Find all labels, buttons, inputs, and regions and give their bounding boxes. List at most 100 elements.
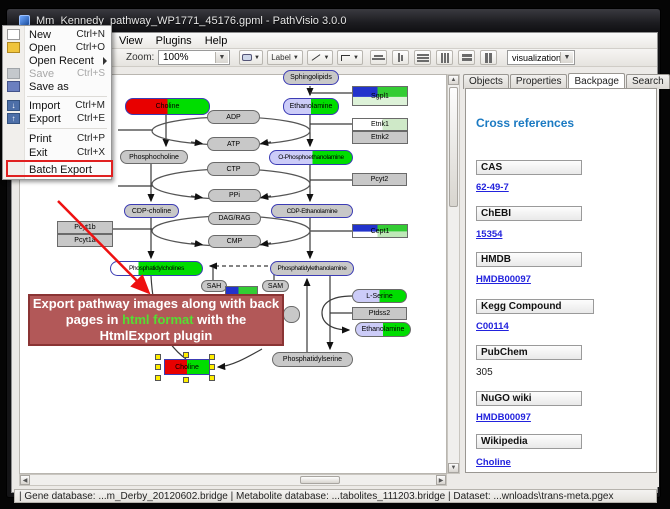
pathway-node[interactable]: Phosphatidylcholines — [110, 261, 203, 276]
pathway-node[interactable]: Ethanolamine — [283, 98, 339, 115]
scroll-right-icon[interactable]: ▶ — [436, 475, 446, 485]
gene-node[interactable]: Etnk1 — [352, 118, 408, 131]
status-bar: | Gene database: ...m_Derby_20120602.bri… — [14, 489, 657, 503]
label-tool-button[interactable]: Label▼ — [267, 50, 303, 65]
pathway-node[interactable]: Phosphatidylethanolamine — [270, 261, 354, 276]
open-folder-icon — [7, 42, 20, 53]
crossref-link[interactable]: 15354 — [476, 229, 502, 240]
visualization-combobox[interactable]: visualization ▼ — [507, 50, 575, 65]
crossreferences-heading: Cross references — [476, 116, 574, 130]
import-icon: ↓ — [7, 100, 20, 111]
distribute-vertical-button[interactable] — [436, 50, 453, 65]
new-file-icon — [7, 29, 20, 40]
scroll-thumb[interactable] — [300, 476, 340, 484]
chevron-down-icon: ▼ — [293, 55, 299, 61]
pathway-node[interactable]: CDP-Ethanolamine — [271, 204, 353, 218]
pathway-node[interactable]: ADP — [207, 110, 260, 124]
gene-node[interactable]: Pcyt1a — [57, 234, 113, 247]
gene-node[interactable]: Sgpl1 — [352, 86, 408, 106]
backpage-content: Cross references CAS 62-49-7 ChEBI 15354… — [465, 88, 657, 473]
menu-item-print[interactable]: PrintCtrl+P — [3, 132, 111, 145]
save-disk-icon — [7, 68, 20, 79]
annotation-line2: pages in html format with the — [66, 312, 247, 328]
batch-export-highlight-box — [6, 160, 113, 177]
scroll-down-icon[interactable]: ▼ — [448, 463, 459, 473]
menu-view[interactable]: View — [113, 34, 149, 48]
gene-node[interactable]: Pcyt2 — [352, 173, 407, 186]
screenshot-stage: Mm_Kennedy_pathway_WP1771_45176.gpml - P… — [0, 0, 670, 509]
gene-node[interactable] — [283, 306, 300, 323]
pathway-node[interactable]: Phosphocholine — [120, 150, 188, 164]
zoom-combobox[interactable]: 100% ▼ — [158, 50, 230, 65]
pathway-node[interactable]: L-Serine — [352, 289, 407, 303]
menu-item-open-recent[interactable]: Open Recent — [3, 54, 111, 67]
submenu-arrow-icon — [103, 57, 107, 65]
menu-item-export[interactable]: ↑ ExportCtrl+E — [3, 112, 111, 125]
export-icon: ↑ — [7, 113, 20, 124]
align-middle-button[interactable] — [392, 50, 409, 65]
crossref-section-header: HMDB — [476, 252, 582, 267]
pathway-node[interactable]: Sphingolipids — [283, 70, 339, 85]
chevron-down-icon: ▼ — [254, 55, 260, 61]
pathway-node[interactable]: DAG/RAG — [208, 212, 261, 225]
annotation-line3: HtmlExport plugin — [100, 328, 213, 344]
crossref-section-header: Wikipedia — [476, 434, 582, 449]
distribute-horizontal-button[interactable] — [414, 50, 431, 65]
crossref-link[interactable]: HMDB00097 — [476, 412, 531, 423]
chevron-down-icon[interactable]: ▼ — [560, 52, 573, 63]
crossref-value: 305 — [476, 367, 493, 378]
datanode-tool-button[interactable]: ▼ — [239, 50, 263, 65]
crossref-section-header: Kegg Compound — [476, 299, 594, 314]
stack-horizontal-button[interactable] — [458, 50, 475, 65]
pathway-node[interactable]: CTP — [207, 162, 260, 176]
crossref-section-header: ChEBI — [476, 206, 582, 221]
pathway-node[interactable]: Ethanolamine — [355, 322, 411, 337]
gene-node[interactable]: Pcyt1b — [57, 221, 113, 234]
stack-vertical-button[interactable] — [480, 50, 497, 65]
pathway-node[interactable]: Phosphatidylserine — [272, 352, 353, 367]
zoom-label: Zoom: — [126, 52, 154, 63]
crossref-section-header: CAS — [476, 160, 582, 175]
menu-item-save[interactable]: SaveCtrl+S — [3, 67, 111, 80]
crossref-link[interactable]: C00114 — [476, 321, 509, 332]
menu-plugins[interactable]: Plugins — [150, 34, 198, 48]
menu-item-new[interactable]: NewCtrl+N — [3, 28, 111, 41]
tab-search[interactable]: Search — [626, 74, 670, 89]
pathway-node[interactable]: Choline — [125, 98, 210, 115]
line-tool-button[interactable]: ▼ — [307, 50, 333, 65]
pathway-node[interactable]: PPi — [208, 189, 261, 202]
menu-item-open[interactable]: OpenCtrl+O — [3, 41, 111, 54]
side-panel-tabs: Objects Properties Backpage Search Legen… — [463, 74, 670, 89]
datanode-icon — [242, 54, 252, 61]
pathway-node[interactable]: CDP-choline — [124, 204, 179, 218]
pathway-node[interactable]: SAH — [201, 280, 227, 292]
scroll-thumb[interactable] — [449, 87, 458, 207]
gene-node[interactable]: Etnk2 — [352, 131, 408, 144]
align-center-button[interactable] — [370, 50, 387, 65]
crossref-link[interactable]: Choline — [476, 457, 511, 468]
scroll-up-icon[interactable]: ▲ — [448, 75, 459, 85]
menu-help[interactable]: Help — [199, 34, 234, 48]
crossref-link[interactable]: 62-49-7 — [476, 182, 509, 193]
tab-objects[interactable]: Objects — [463, 74, 509, 89]
crossref-link[interactable]: HMDB00097 — [476, 274, 531, 285]
gene-node[interactable]: Cept1 — [352, 224, 408, 238]
pathway-node[interactable]: O-Phosphoethanolamine — [269, 150, 353, 165]
pathway-node[interactable]: CMP — [208, 235, 261, 248]
tab-backpage[interactable]: Backpage — [568, 73, 624, 88]
pathway-node-selected[interactable]: Choline — [164, 359, 210, 375]
line-icon — [311, 54, 320, 61]
menu-item-import[interactable]: ↓ ImportCtrl+M — [3, 99, 111, 112]
canvas-vertical-scrollbar[interactable]: ▲ ▼ — [447, 74, 460, 474]
chevron-down-icon[interactable]: ▼ — [215, 52, 228, 63]
menu-item-exit[interactable]: ExitCtrl+X — [3, 146, 111, 159]
connector-tool-button[interactable]: ▼ — [337, 50, 363, 65]
save-as-disk-icon — [7, 81, 20, 92]
menu-item-save-as[interactable]: Save as — [3, 80, 111, 93]
gene-node[interactable]: Ptdss2 — [352, 307, 407, 320]
pathway-node[interactable]: SAM — [262, 280, 289, 292]
tab-properties[interactable]: Properties — [510, 74, 568, 89]
scroll-left-icon[interactable]: ◀ — [20, 475, 30, 485]
canvas-horizontal-scrollbar[interactable]: ◀ ▶ — [19, 474, 447, 486]
pathway-node[interactable]: ATP — [207, 137, 260, 151]
